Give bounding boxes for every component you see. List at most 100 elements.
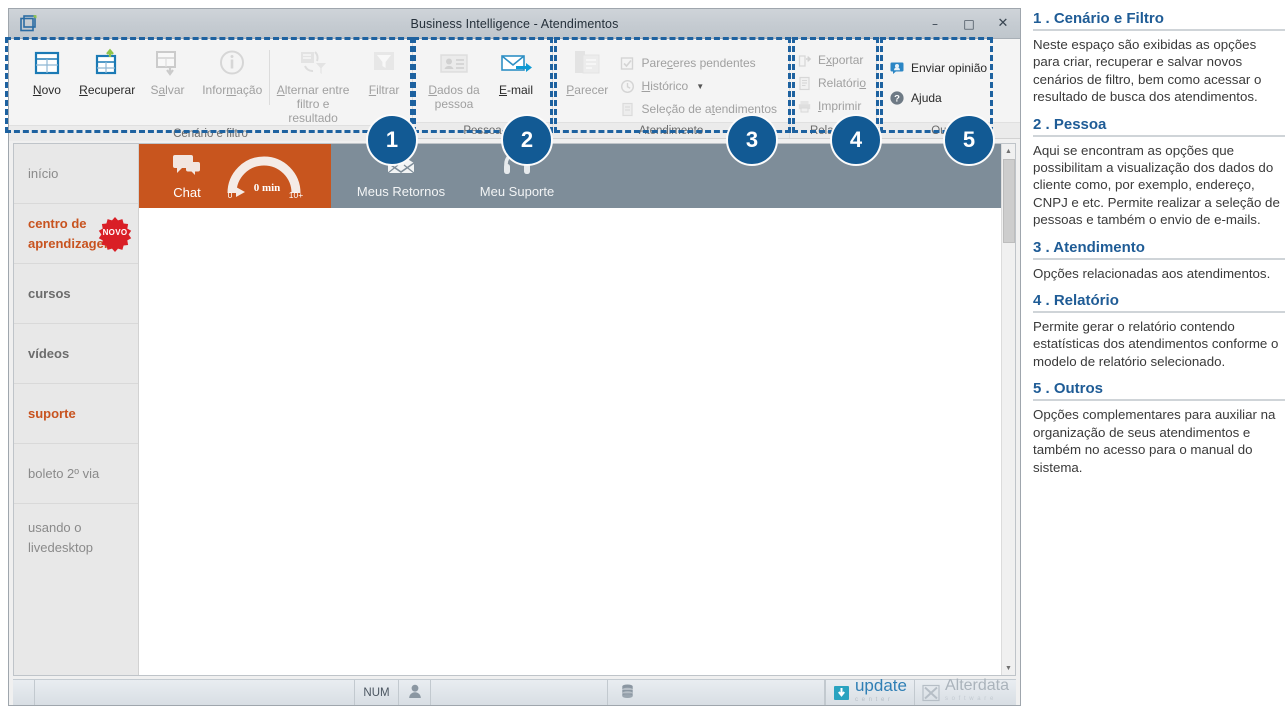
sidebar-item-label: suporte <box>28 405 76 421</box>
callout-badge-4: 4 <box>830 114 882 166</box>
svg-text:?: ? <box>894 94 900 105</box>
info-icon <box>217 46 247 80</box>
sidebar-item-label: vídeos <box>28 345 70 361</box>
database-icon <box>621 684 634 702</box>
main-content-column: Chat 0 min 0 10+ Meus Retornos Meu Supor… <box>139 144 1015 675</box>
wait-time-gauge: 0 min 0 10+ <box>221 153 307 200</box>
funnel-icon <box>369 46 399 80</box>
ribbon-button-label: Salvar <box>150 83 185 97</box>
status-spacer-2 <box>648 680 825 705</box>
ribbon-button-label: Recuperar <box>79 83 136 97</box>
ribbon-item-exportar[interactable]: Exportar <box>794 49 872 71</box>
minimize-button[interactable]: – <box>918 10 952 38</box>
ribbon-button-e-mail[interactable]: E-mail <box>487 44 545 97</box>
ribbon-button-informacao[interactable]: Informação <box>195 44 269 97</box>
ribbon-button-novo[interactable]: Novo <box>19 44 75 97</box>
ribbon-item-label: Enviar opinião <box>911 61 988 75</box>
ribbon-item-historico[interactable]: Histórico ▼ <box>618 75 783 97</box>
window-controls: – □ ✕ <box>918 9 1020 38</box>
chat-panel: Chat 0 min 0 10+ <box>139 144 331 208</box>
checklist-icon <box>620 55 636 71</box>
feedback-person-icon <box>889 60 905 76</box>
callout-badge-3: 3 <box>726 114 778 166</box>
svg-text:10+: 10+ <box>289 190 303 200</box>
update-center-logo[interactable]: update c e n t e r <box>824 677 914 705</box>
doc-body-1: Neste espaço são exibidas as opções para… <box>1033 37 1262 105</box>
sidebar-item-cursos[interactable]: cursos <box>14 264 138 324</box>
ribbon-button-dados-da-pessoa[interactable]: Dados da pessoa <box>421 44 487 111</box>
title-bar: Business Intelligence - Atendimentos – □… <box>9 9 1020 39</box>
ribbon-item-relatorio[interactable]: Relatório <box>794 72 872 94</box>
sidebar-item-boleto-2-via[interactable]: boleto 2º via <box>14 444 138 504</box>
status-cell-empty-1 <box>13 680 35 705</box>
ribbon-button-filtrar[interactable]: Filtrar <box>356 44 412 97</box>
ribbon-button-label: Novo <box>32 83 61 97</box>
ribbon-button-alternar-entre-filtro-e-resultado[interactable]: Alternar entre filtro e resultado <box>270 44 356 125</box>
update-logo-subtext: c e n t e r <box>854 696 891 703</box>
vertical-scrollbar[interactable]: ▲ ▼ <box>1001 144 1015 675</box>
status-cell-empty-2 <box>35 680 355 705</box>
sidebar-item-label: cursos <box>28 285 71 301</box>
close-button[interactable]: ✕ <box>986 10 1020 38</box>
ribbon-button-label: Filtrar <box>368 83 400 97</box>
doc-body-5: Opções complementares para auxiliar na o… <box>1033 407 1276 475</box>
sidebar-item-inicio[interactable]: início <box>14 144 138 204</box>
doc-heading-1: 1 . Cenário e Filtro <box>1033 10 1285 31</box>
ribbon-button-recuperar[interactable]: Recuperar <box>75 44 140 97</box>
ribbon-button-label: Dados da pessoa <box>428 83 480 111</box>
status-spacer-1 <box>431 680 608 705</box>
document-stack-icon <box>571 46 603 80</box>
maximize-icon: □ <box>963 16 975 31</box>
scroll-up-icon[interactable]: ▲ <box>1002 144 1016 158</box>
callout-badge-5: 5 <box>943 114 995 166</box>
doc-heading-4: 4 . Relatório <box>1033 292 1285 314</box>
save-table-icon <box>152 46 182 80</box>
maximize-button[interactable]: □ <box>952 10 986 38</box>
tool-button-label: Meu Suporte <box>479 184 555 199</box>
printer-icon <box>796 98 812 114</box>
tool-button-label: Meus Retornos <box>356 184 446 199</box>
main-canvas[interactable] <box>139 208 1015 675</box>
report-icon <box>796 75 812 91</box>
ribbon-item-label: Imprimir <box>818 99 862 113</box>
ribbon-button-salvar[interactable]: Salvar <box>140 44 196 97</box>
ribbon-item-label: Exportar <box>818 53 864 67</box>
canvas-row <box>139 208 1015 675</box>
callout-badge-1: 1 <box>366 114 418 166</box>
ribbon-button-label: Alternar entre filtro e resultado <box>276 83 350 125</box>
ribbon-button-parecer[interactable]: Parecer <box>561 44 614 97</box>
restore-table-icon <box>92 46 122 80</box>
sidebar-item-label: início <box>28 165 59 181</box>
help-question-icon: ? <box>889 90 905 106</box>
sidebar-item-centro-de-aprendizagem[interactable]: centro de aprendizagem NOVO <box>14 204 138 264</box>
documentation-panel: 1 . Cenário e Filtro Neste espaço são ex… <box>1033 10 1285 716</box>
ribbon-item-label: Pareceres pendentes <box>641 56 756 70</box>
ribbon-group-cenario-e-filtro: Novo Recuperar Salvar Informação Alterna… <box>9 39 412 141</box>
sidebar-item-videos[interactable]: vídeos <box>14 324 138 384</box>
quick-access-strip: Chat 0 min 0 10+ Meus Retornos Meu Supor… <box>139 144 1015 208</box>
left-sidebar: início centro de aprendizagem NOVO curso… <box>14 144 139 675</box>
status-bar: NUM update c e n t e r Alterdata s o f t… <box>13 677 1016 705</box>
window-app-icon <box>15 11 41 37</box>
sidebar-item-usando-o-livedesktop[interactable]: usando o livedesktop <box>14 504 138 675</box>
chat-button[interactable]: Chat <box>155 153 219 200</box>
status-num-indicator: NUM <box>355 680 399 705</box>
doc-body-4: Permite gerar o relatório contendo estat… <box>1033 319 1279 369</box>
contact-card-icon <box>438 46 470 80</box>
select-list-icon <box>620 101 636 117</box>
status-db-cell[interactable] <box>608 680 648 705</box>
alterdata-software-logo[interactable]: Alterdata s o f t w a r e <box>913 678 1016 705</box>
ribbon-item-ajuda[interactable]: ? Ajuda <box>887 87 993 109</box>
chevron-down-icon[interactable]: ▼ <box>696 82 704 91</box>
sidebar-item-label: boleto 2º via <box>28 465 100 481</box>
scroll-down-icon[interactable]: ▼ <box>1002 661 1016 675</box>
chat-bubbles-icon <box>170 153 204 184</box>
doc-heading-3: 3 . Atendimento <box>1033 239 1285 260</box>
ribbon-item-pareceres-pendentes[interactable]: Pareceres pendentes <box>618 52 783 74</box>
scrollbar-thumb[interactable] <box>1002 159 1015 243</box>
sidebar-item-suporte[interactable]: suporte <box>14 384 138 444</box>
client-area: início centro de aprendizagem NOVO curso… <box>9 139 1020 705</box>
status-user-cell[interactable] <box>399 680 431 705</box>
ribbon-item-label: Relatório <box>818 76 867 90</box>
ribbon-item-enviar-opiniao[interactable]: Enviar opinião <box>887 57 993 79</box>
